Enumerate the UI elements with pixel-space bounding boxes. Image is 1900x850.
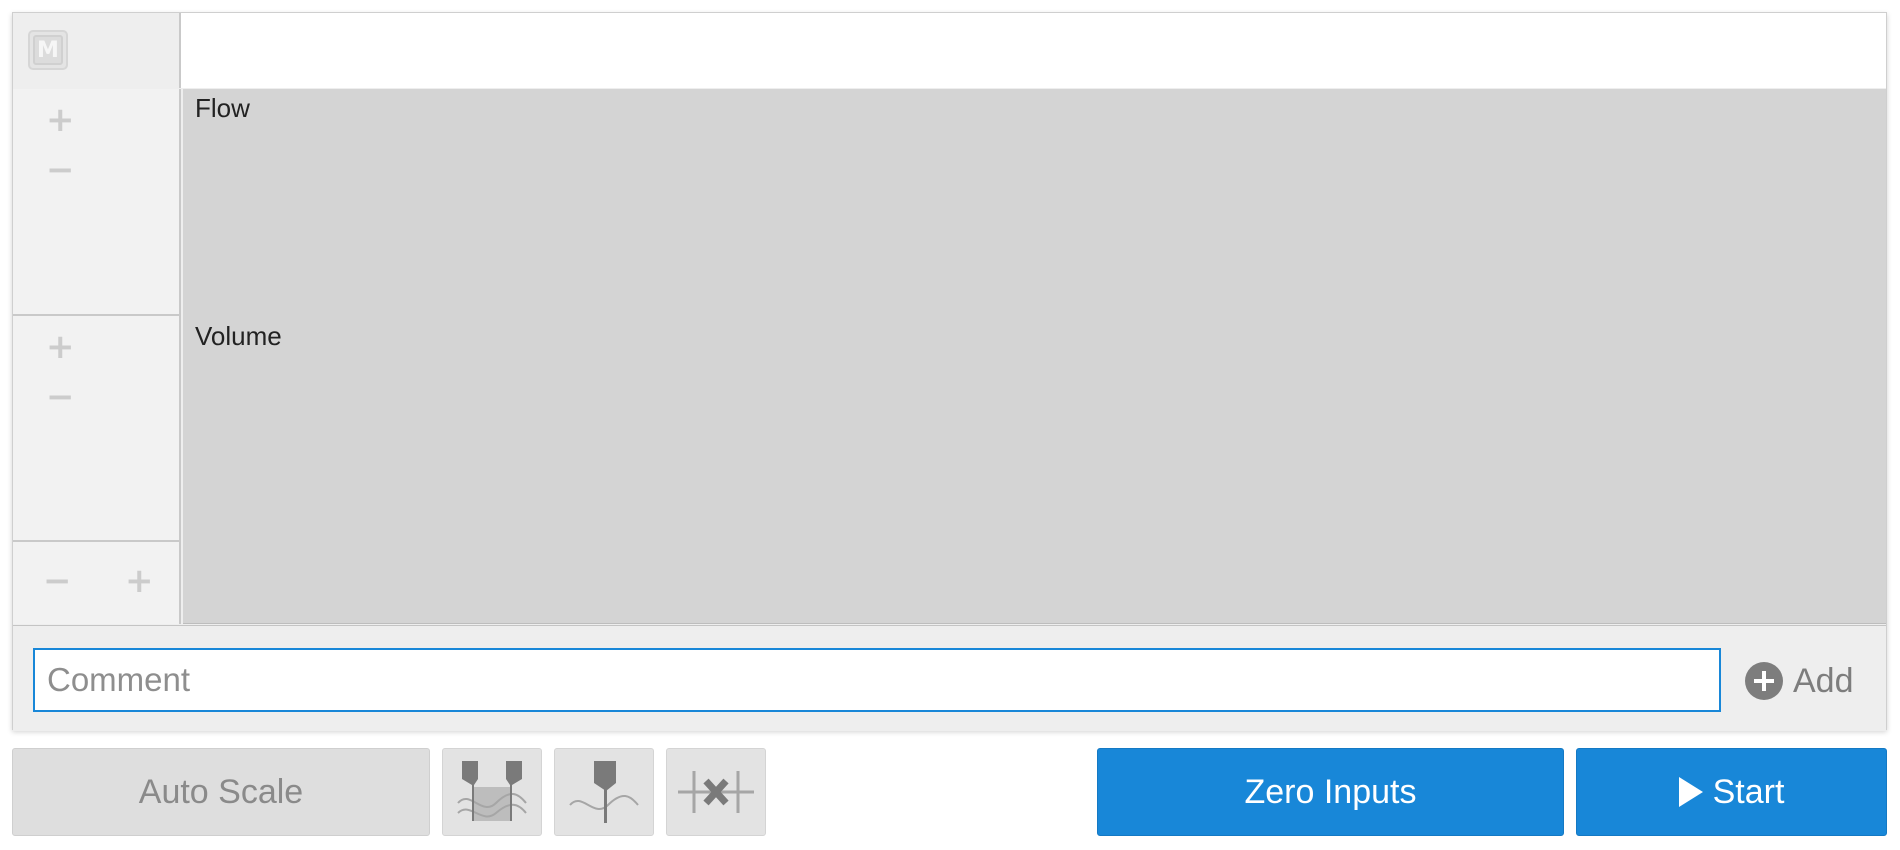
zero-inputs-button[interactable]: Zero Inputs xyxy=(1097,748,1564,836)
add-comment-label: Add xyxy=(1793,661,1854,700)
comment-bar: Add xyxy=(13,625,1886,731)
plus-circle-icon xyxy=(1745,662,1783,700)
m-marker-icon[interactable]: M xyxy=(28,30,68,70)
remove-cursors-button[interactable] xyxy=(666,748,766,836)
flow-channel-controls: + − xyxy=(13,89,181,316)
two-cursors-icon xyxy=(457,761,527,821)
volume-channel-title: Volume xyxy=(195,321,282,351)
volume-channel-controls: + − xyxy=(13,316,181,542)
plot-area[interactable]: Flow Volume xyxy=(183,89,1886,624)
time-zoom-controls: − + xyxy=(13,542,181,624)
add-comment-button[interactable]: Add xyxy=(1745,656,1854,706)
start-button[interactable]: Start xyxy=(1576,748,1887,836)
two-cursors-button[interactable] xyxy=(442,748,542,836)
header-left-cell: M xyxy=(13,13,181,88)
chart-view-panel: M + − + − − + Flow Volume Add xyxy=(12,12,1887,731)
remove-cursors-icon xyxy=(678,771,754,813)
volume-zoom-in-button[interactable]: + xyxy=(46,330,75,364)
start-label: Start xyxy=(1712,772,1785,811)
flow-channel-title: Flow xyxy=(195,93,250,123)
m-marker-letter: M xyxy=(33,35,63,65)
single-cursor-icon xyxy=(569,761,639,823)
flow-zoom-out-button[interactable]: − xyxy=(46,153,75,187)
time-zoom-in-button[interactable]: + xyxy=(125,564,154,598)
auto-scale-button[interactable]: Auto Scale xyxy=(12,748,430,836)
header-row: M xyxy=(13,13,1886,88)
header-strip xyxy=(181,13,1886,88)
single-cursor-button[interactable] xyxy=(554,748,654,836)
volume-zoom-out-button[interactable]: − xyxy=(46,380,75,414)
comment-input[interactable] xyxy=(33,648,1721,712)
auto-scale-label: Auto Scale xyxy=(138,772,304,811)
flow-zoom-in-button[interactable]: + xyxy=(46,103,75,137)
zero-inputs-label: Zero Inputs xyxy=(1244,772,1417,811)
play-icon xyxy=(1678,777,1703,807)
time-zoom-out-button[interactable]: − xyxy=(43,564,72,598)
